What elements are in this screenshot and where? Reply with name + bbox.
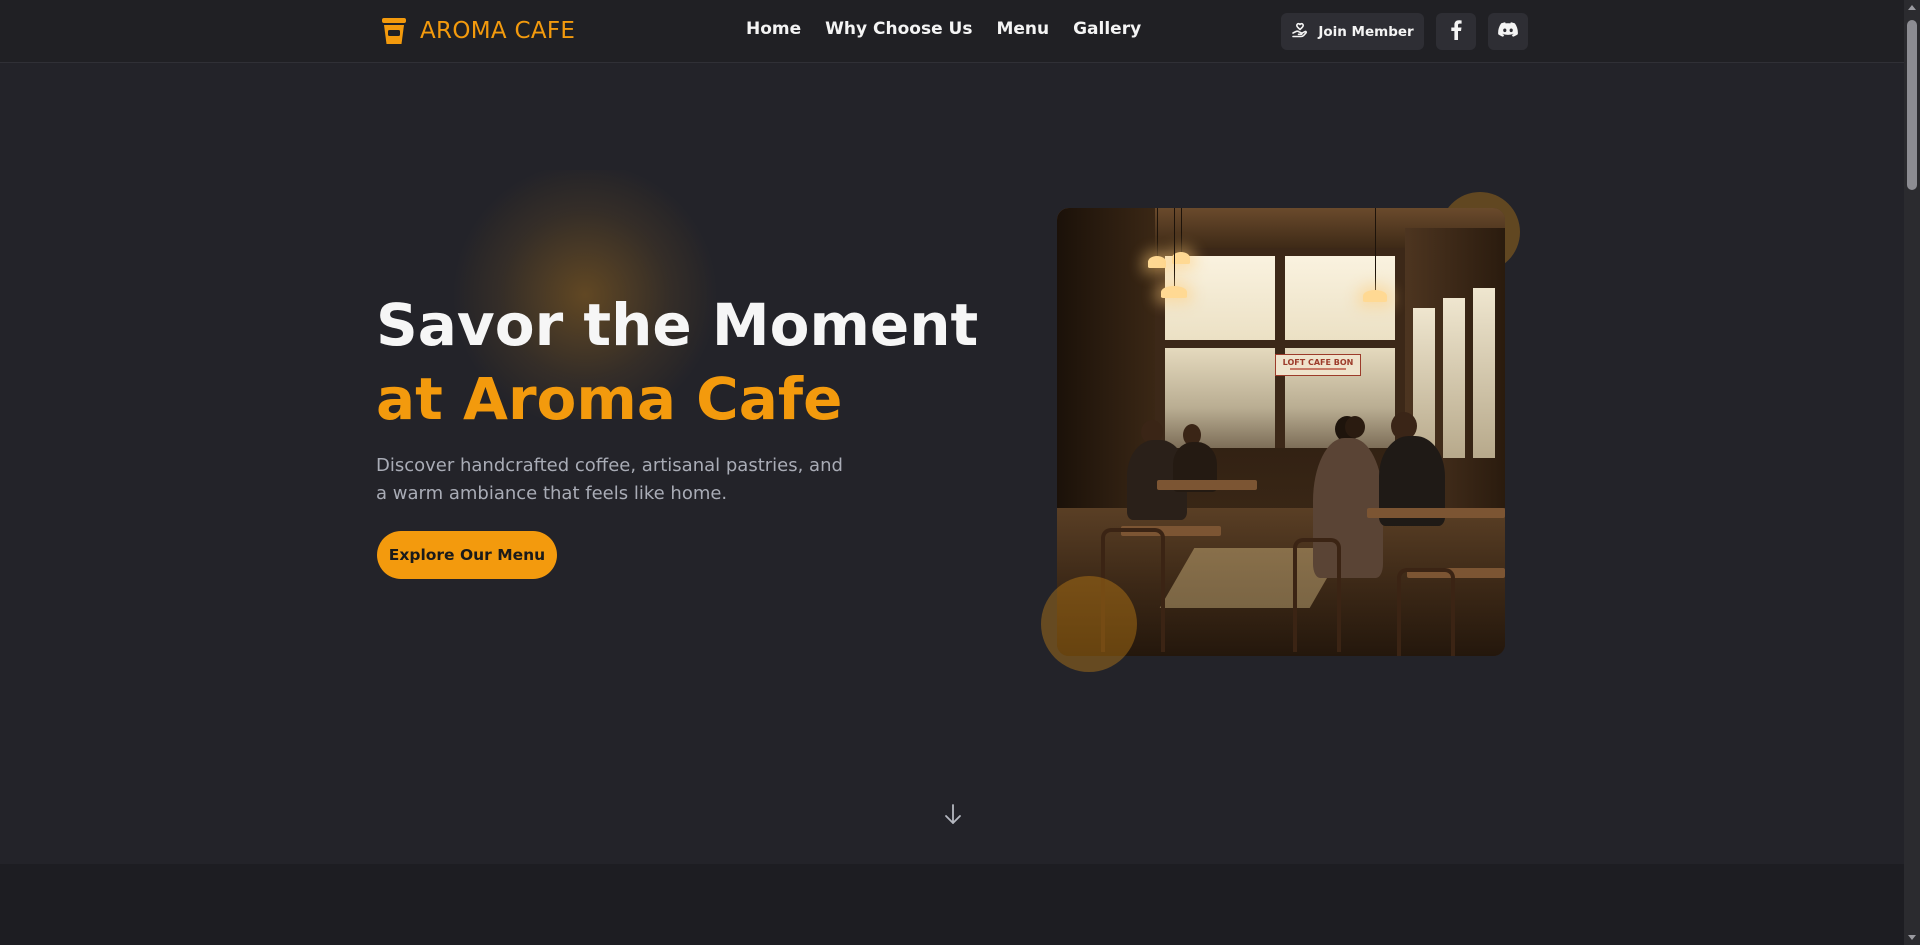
explore-menu-button[interactable]: Explore Our Menu xyxy=(377,531,557,579)
decorative-circle-bottom xyxy=(1041,576,1137,672)
svg-text:LOFT CAFE BON: LOFT CAFE BON xyxy=(1283,358,1354,367)
hero-title-line1: Savor the Moment xyxy=(376,291,979,359)
nav-gallery[interactable]: Gallery xyxy=(1073,19,1141,39)
nav-menu[interactable]: Menu xyxy=(996,19,1049,39)
scroll-thumb[interactable] xyxy=(1907,20,1917,190)
facebook-icon xyxy=(1450,19,1462,44)
coffee-cup-icon xyxy=(378,15,410,47)
join-member-label: Join Member xyxy=(1318,23,1414,40)
nav-home[interactable]: Home xyxy=(746,19,801,39)
discord-icon xyxy=(1498,21,1518,42)
next-section xyxy=(0,864,1904,945)
brand-name: AROMA CAFE xyxy=(420,18,576,44)
discord-button[interactable] xyxy=(1488,13,1528,50)
scroll-down-arrow[interactable] xyxy=(1908,935,1916,940)
arrow-down-icon[interactable] xyxy=(942,802,964,826)
site-header: AROMA CAFE Home Why Choose Us Menu Galle… xyxy=(0,0,1904,63)
facebook-button[interactable] xyxy=(1436,13,1476,50)
main-nav: Home Why Choose Us Menu Gallery xyxy=(746,19,1141,39)
join-member-button[interactable]: Join Member xyxy=(1281,13,1424,50)
brand-logo[interactable]: AROMA CAFE xyxy=(378,15,575,47)
page-scrollbar[interactable] xyxy=(1904,0,1920,945)
scroll-up-arrow[interactable] xyxy=(1908,5,1916,10)
hero-title: Savor the Moment at Aroma Cafe xyxy=(376,288,978,436)
hero-subtitle: Discover handcrafted coffee, artisanal p… xyxy=(376,455,843,504)
hero-title-line2: at Aroma Cafe xyxy=(376,365,843,433)
cafe-interior-image: LOFT CAFE BON xyxy=(1057,208,1505,656)
hand-heart-icon xyxy=(1291,21,1309,43)
nav-why-choose-us[interactable]: Why Choose Us xyxy=(825,19,972,39)
cafe-sign: LOFT CAFE BON xyxy=(1275,354,1361,376)
